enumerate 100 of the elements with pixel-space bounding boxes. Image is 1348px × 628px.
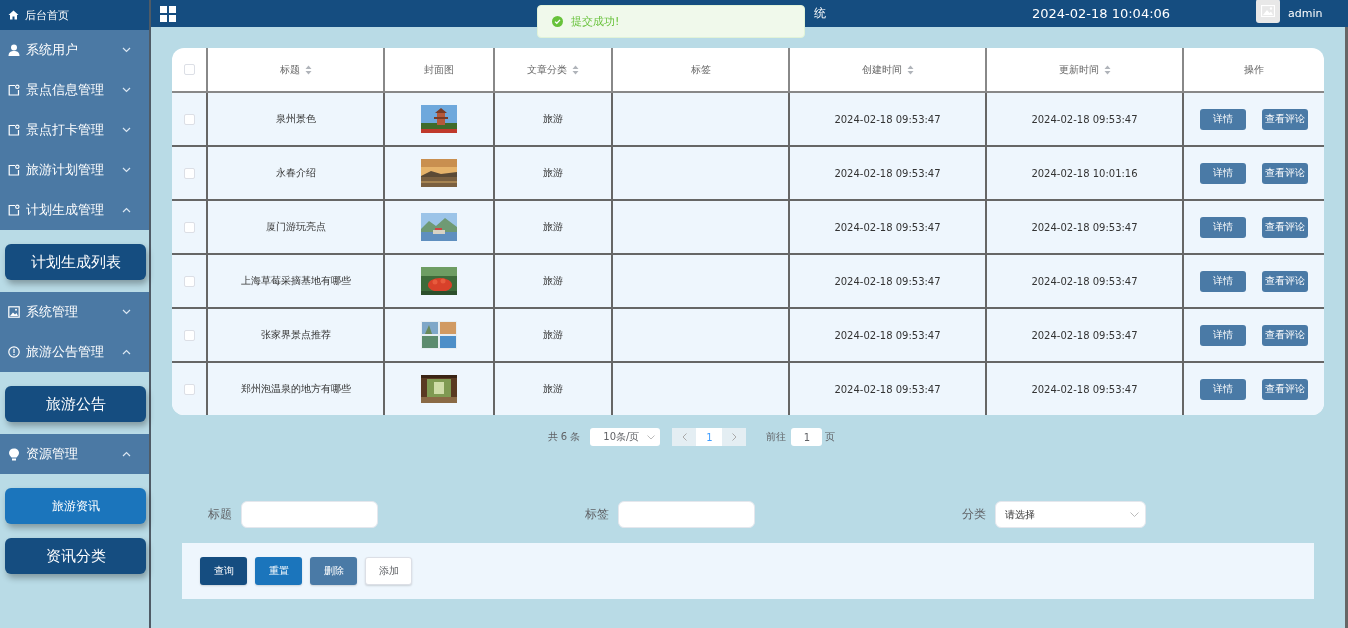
chevron-down-icon (122, 87, 131, 93)
note-icon (8, 164, 20, 176)
row-checkbox[interactable] (183, 275, 195, 287)
menu-group[interactable]: 旅游公告管理 (0, 332, 149, 372)
note-icon (8, 204, 20, 216)
sort-icon[interactable] (304, 64, 312, 75)
action-button[interactable]: 添加 (365, 557, 412, 585)
chevron-down-icon (122, 309, 131, 315)
chevron-up-icon (122, 349, 131, 355)
datetime: 2024-02-18 10:04:06 (1032, 6, 1171, 21)
username[interactable]: admin (1288, 7, 1323, 20)
created-time-cell: 2024-02-18 09:53:47 (834, 167, 941, 179)
app-title: 统 (814, 5, 826, 22)
field-label: 标题 (208, 506, 232, 523)
column-header: 封面图 (424, 62, 454, 77)
updated-time-cell: 2024-02-18 09:53:47 (1031, 113, 1138, 125)
row-checkbox[interactable] (183, 167, 195, 179)
category-cell: 旅游 (543, 329, 563, 340)
menu-group-label: 系统用户 (26, 41, 79, 59)
home-menu-item[interactable]: 后台首页 (0, 0, 149, 30)
menu-group[interactable]: 系统用户 (0, 30, 149, 70)
row-action-button[interactable]: 详情 (1200, 162, 1246, 184)
row-action-button[interactable]: 查看评论 (1262, 270, 1308, 292)
menu-group-label: 系统管理 (26, 303, 79, 321)
row-action-button[interactable]: 查看评论 (1262, 324, 1308, 346)
menu-group-label: 景点信息管理 (26, 81, 105, 99)
goto-label: 前往 (766, 430, 787, 444)
chevron-up-icon (122, 207, 131, 213)
updated-time-cell: 2024-02-18 09:53:47 (1031, 383, 1138, 395)
sort-icon[interactable] (906, 64, 914, 75)
menu-group-label: 计划生成管理 (26, 201, 105, 219)
row-checkbox[interactable] (183, 383, 195, 395)
chevron-up-icon (122, 451, 131, 457)
menu-group-label: 资源管理 (26, 445, 79, 463)
submenu-button[interactable]: 资讯分类 (5, 538, 146, 574)
row-action-button[interactable]: 详情 (1200, 108, 1246, 130)
check-circle-icon (552, 16, 563, 27)
menu-group[interactable]: 景点信息管理 (0, 70, 149, 110)
row-action-button[interactable]: 详情 (1200, 378, 1246, 400)
avatar-image-icon[interactable] (1256, 0, 1281, 23)
chevron-down-icon (122, 167, 131, 173)
submenu-button[interactable]: 旅游公告 (5, 386, 146, 422)
row-action-button[interactable]: 查看评论 (1262, 216, 1308, 238)
action-button[interactable]: 重置 (255, 557, 302, 585)
chevron-down-icon (1130, 512, 1139, 517)
submenu-button[interactable]: 计划生成列表 (5, 244, 146, 280)
sort-icon[interactable] (572, 64, 579, 75)
action-button[interactable]: 删除 (310, 557, 357, 585)
chevron-right-icon (731, 433, 737, 441)
title-cell: 上海草莓采摘基地有哪些 (240, 275, 351, 286)
title-cell: 厦门游玩亮点 (265, 221, 326, 232)
updated-time-cell: 2024-02-18 10:01:16 (1031, 167, 1138, 179)
note-icon (8, 124, 20, 136)
prev-page-button[interactable] (672, 428, 697, 446)
row-action-button[interactable]: 详情 (1200, 324, 1246, 346)
menu-group[interactable]: 资源管理 (0, 434, 149, 474)
menu-group-label: 景点打卡管理 (26, 121, 105, 139)
menu-group[interactable]: 旅游计划管理 (0, 150, 149, 190)
column-header: 文章分类 (527, 62, 567, 77)
row-action-button[interactable]: 查看评论 (1262, 162, 1308, 184)
menu-group[interactable]: 计划生成管理 (0, 190, 149, 230)
action-button[interactable]: 查询 (200, 557, 247, 585)
submenu-button[interactable]: 旅游资讯 (5, 488, 146, 524)
row-action-button[interactable]: 详情 (1200, 216, 1246, 238)
input-field[interactable] (618, 501, 755, 528)
goto-page-field[interactable]: 1 (791, 428, 823, 446)
grid-menu-icon[interactable] (160, 5, 176, 22)
updated-time-cell: 2024-02-18 09:53:47 (1031, 275, 1138, 287)
updated-time-cell: 2024-02-18 09:53:47 (1031, 329, 1138, 341)
created-time-cell: 2024-02-18 09:53:47 (834, 221, 941, 233)
title-cell: 泉州景色 (275, 113, 316, 124)
menu-group-label: 旅游公告管理 (26, 343, 105, 361)
menu-group[interactable]: 景点打卡管理 (0, 110, 149, 150)
chevron-down-icon (122, 127, 131, 133)
input-field[interactable] (241, 501, 378, 528)
row-action-button[interactable]: 查看评论 (1262, 378, 1308, 400)
toast-message: 提交成功! (571, 14, 620, 29)
image-icon (8, 306, 20, 318)
note-icon (8, 84, 20, 96)
created-time-cell: 2024-02-18 09:53:47 (834, 383, 941, 395)
page-number[interactable]: 1 (696, 428, 723, 446)
info-icon (8, 346, 20, 358)
select-all-checkbox[interactable] (183, 64, 195, 76)
page-size-select[interactable]: 10条/页 (590, 428, 661, 446)
title-cell: 张家界景点推荐 (260, 329, 331, 340)
row-checkbox[interactable] (183, 329, 195, 341)
row-checkbox[interactable] (183, 221, 195, 233)
user-icon (8, 44, 20, 56)
row-action-button[interactable]: 详情 (1200, 270, 1246, 292)
chevron-left-icon (681, 433, 687, 441)
row-checkbox[interactable] (183, 113, 195, 125)
chevron-down-icon (647, 434, 656, 440)
row-action-button[interactable]: 查看评论 (1262, 108, 1308, 130)
next-page-button[interactable] (722, 428, 747, 446)
sort-icon[interactable] (1103, 64, 1111, 75)
category-select[interactable]: 请选择 (995, 501, 1146, 528)
bulb-icon (8, 447, 20, 461)
field-label: 标签 (585, 506, 609, 523)
menu-group[interactable]: 系统管理 (0, 292, 149, 332)
title-cell: 郑州泡温泉的地方有哪些 (240, 383, 351, 394)
